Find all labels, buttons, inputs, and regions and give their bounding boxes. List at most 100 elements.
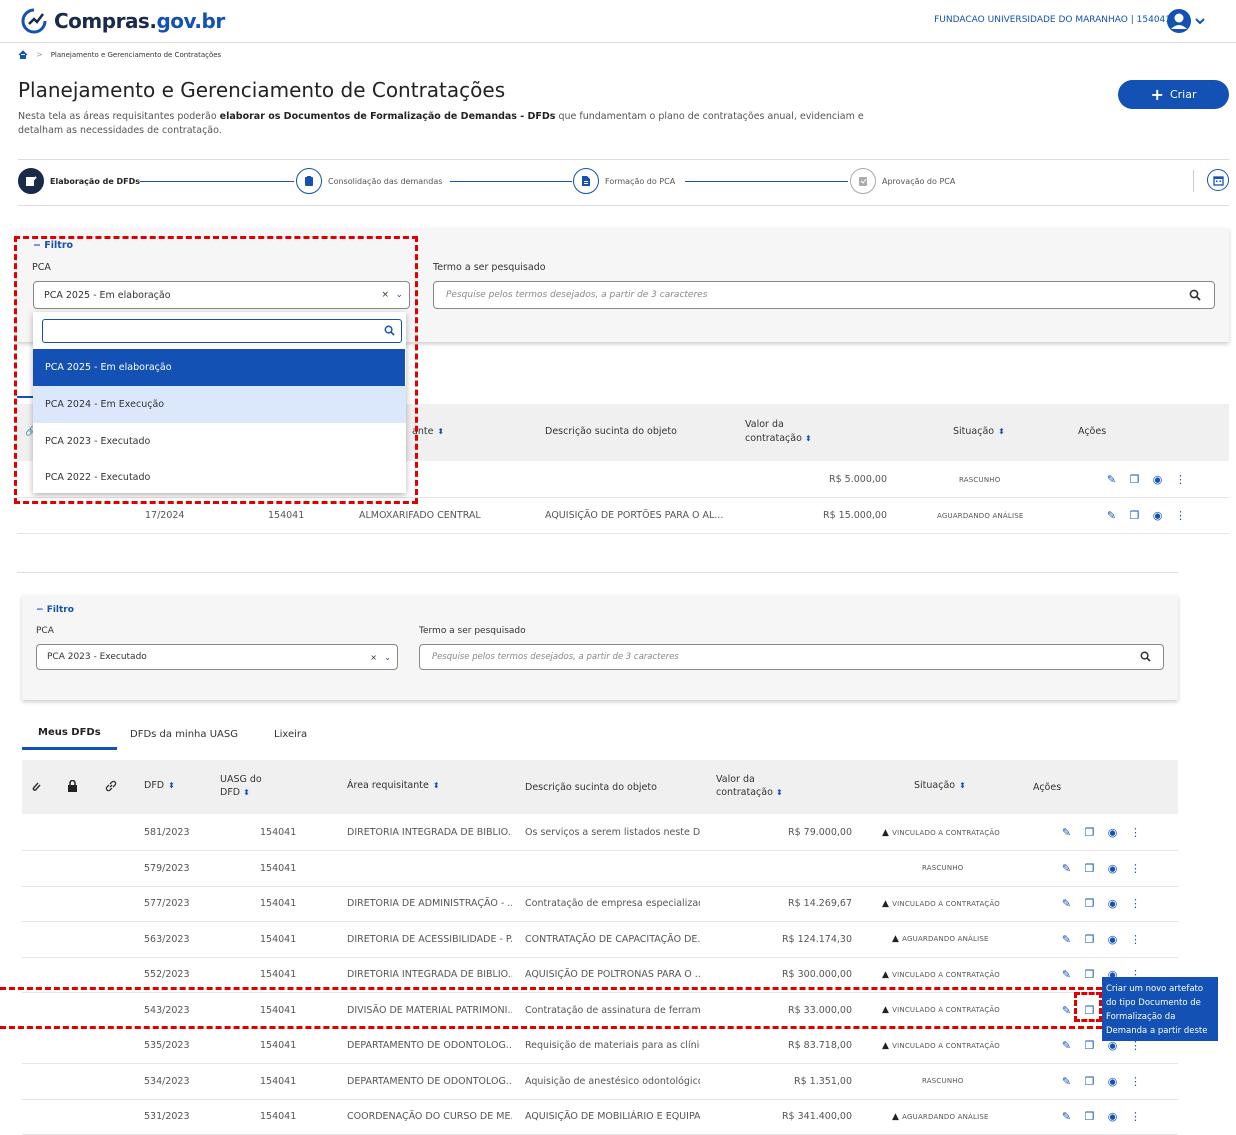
cell-uasg: 154041 [260,1040,297,1051]
status-badge: RASCUNHO [922,1077,964,1085]
eye-icon[interactable]: ◉ [1151,473,1164,486]
row-actions: ✎ ❐ ◉ ⋮ [1060,1064,1142,1099]
copy-icon[interactable]: ❐ [1083,897,1096,910]
edit-icon[interactable]: ✎ [1060,1110,1073,1123]
more-options-icon[interactable]: ⋮ [1129,1075,1142,1088]
valor-header[interactable]: Valor da contratação ⬍ [716,773,796,799]
situacao-header[interactable]: Situação ⬍ [953,426,1005,437]
eye-icon[interactable]: ◉ [1151,509,1164,522]
cell-desc: Requisição de materiais para as clínica.… [525,1040,700,1051]
filter-toggle-2[interactable]: − Filtro [36,605,74,615]
sort-icon: ⬍ [243,788,250,797]
table-row: 535/2023 154041 DEPARTAMENTO DE ODONTOLOG.… [22,1028,1178,1064]
step-aprovacao[interactable]: Aprovação do PCA [850,168,955,194]
row-actions: ✎ ❐ ◉ ⋮ [1060,886,1142,921]
step-formacao[interactable]: Formação do PCA [573,168,675,194]
acoes-header: Ações [1078,426,1107,437]
eye-icon[interactable]: ◉ [1106,933,1119,946]
acoes-header: Ações [1033,782,1062,793]
home-icon[interactable] [18,50,28,59]
table-row: 581/2023 154041 DIRETORIA INTEGRADA DE BIB… [22,815,1178,851]
situacao-header[interactable]: Situação ⬍ [914,780,966,791]
chevron-down-icon[interactable]: ⌄ [384,653,391,662]
copy-icon[interactable]: ❐ [1083,1075,1096,1088]
cell-valor: R$ 33.000,00 [787,1004,852,1016]
edit-icon[interactable]: ✎ [1060,1075,1073,1088]
copy-icon[interactable]: ❐ [1083,968,1096,981]
user-menu[interactable] [1166,8,1206,38]
highlight-line [0,987,1102,990]
status-badge: ▲ AGUARDANDO ANÁLISE [892,1111,989,1122]
uasg-header[interactable]: UASG do DFD ⬍ [220,773,280,799]
area-header[interactable]: Área requisitante ⬍ [347,780,440,791]
edit-icon[interactable]: ✎ [1060,968,1073,981]
table-row: 531/2023 154041 COORDENAÇÃO DO CURSO DE ME… [22,1099,1178,1135]
file-icon [573,168,599,194]
dfd-header[interactable]: DFD ⬍ [144,780,175,791]
create-button[interactable]: + Criar [1118,80,1229,109]
organization-link[interactable]: FUNDACAO UNIVERSIDADE DO MARANHAO | 1540… [934,15,1171,25]
step-elaboracao[interactable]: Elaboração de DFDs [18,168,140,194]
step-consolidacao[interactable]: Consolidação das demandas [296,168,442,194]
edit-icon[interactable]: ✎ [1060,826,1073,839]
cell-uasg: 154041 [260,1004,297,1016]
search-icon[interactable] [1140,651,1151,662]
copy-icon[interactable]: ❐ [1083,933,1096,946]
compras-logo[interactable]: Compras.gov.br [20,8,225,34]
status-badge: ▲ VINCULADO A CONTRATAÇÃO [882,1005,1001,1015]
more-options-icon[interactable]: ⋮ [1129,897,1142,910]
calendar-button[interactable] [1207,169,1229,191]
pca-select-2[interactable]: PCA 2023 - Executado × ⌄ [36,644,398,670]
copy-icon[interactable]: ❐ [1083,862,1096,875]
sort-icon: ⬍ [804,434,812,443]
cell-dfd: 534/2023 [144,1075,190,1087]
edit-icon[interactable]: ✎ [1060,933,1073,946]
more-options-icon[interactable]: ⋮ [1129,1110,1142,1123]
term-search-input-2[interactable]: Pesquise pelos termos desejados, a parti… [419,644,1164,670]
warning-icon: ▲ [882,898,890,909]
warning-icon: ▲ [882,969,890,980]
edit-icon[interactable]: ✎ [1060,862,1073,875]
term-label: Termo a ser pesquisado [433,262,546,273]
edit-icon[interactable]: ✎ [1105,509,1118,522]
copy-icon[interactable]: ❐ [1083,826,1096,839]
eye-icon[interactable]: ◉ [1106,1075,1119,1088]
table-row: 563/2023 154041 DIRETORIA DE ACESSIBILIDAD… [22,922,1178,958]
cell-valor: R$ 124.174,30 [781,933,852,945]
more-options-icon[interactable]: ⋮ [1174,509,1187,522]
more-options-icon[interactable]: ⋮ [1129,826,1142,839]
edit-document-icon [18,168,44,194]
copy-icon[interactable]: ❐ [1083,1110,1096,1123]
edit-icon[interactable]: ✎ [1060,1039,1073,1052]
more-options-icon[interactable]: ⋮ [1129,933,1142,946]
eye-icon[interactable]: ◉ [1106,1110,1119,1123]
edit-icon[interactable]: ✎ [1060,1004,1073,1017]
edit-icon[interactable]: ✎ [1060,897,1073,910]
tab-lixeira[interactable]: Lixeira [274,718,307,750]
valor-header[interactable]: Valor da contratação ⬍ [745,418,825,446]
cell-area: DEPARTAMENTO DE ODONTOLOG... [347,1040,512,1051]
search-icon[interactable] [1189,289,1201,301]
cell-area: DIRETORIA DE ACESSIBILIDADE - P... [347,933,512,945]
eye-icon[interactable]: ◉ [1106,826,1119,839]
cell-dfd: 543/2023 [144,1004,190,1016]
copy-icon[interactable]: ❐ [1128,509,1141,522]
tab-dfds-uasg[interactable]: DFDs da minha UASG [130,718,238,750]
compras-logo-icon [21,8,47,34]
cell-area: DIRETORIA INTEGRADA DE BIBLIO... [347,827,512,838]
eye-icon[interactable]: ◉ [1106,862,1119,875]
sort-icon: ⬍ [437,427,445,436]
clear-icon[interactable]: × [370,653,377,662]
cell-valor: R$ 1.351,00 [794,1075,852,1087]
copy-icon[interactable]: ❐ [1128,473,1141,486]
eye-icon[interactable]: ◉ [1106,897,1119,910]
term-search-input[interactable]: Pesquise pelos termos desejados, a parti… [433,281,1215,309]
copy-icon[interactable]: ❐ [1083,1039,1096,1052]
tab-meus-dfds[interactable]: Meus DFDs [22,718,117,750]
warning-icon: ▲ [882,827,890,838]
cell-desc: Contratação de empresa especializad... [525,898,700,909]
edit-icon[interactable]: ✎ [1105,473,1118,486]
more-options-icon[interactable]: ⋮ [1174,473,1187,486]
more-options-icon[interactable]: ⋮ [1129,862,1142,875]
table-row: 577/2023 154041 DIRETORIA DE ADMINISTRAÇÃO… [22,886,1178,922]
